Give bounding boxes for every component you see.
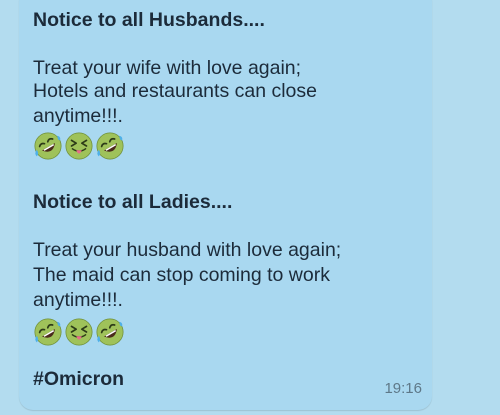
rolling-on-floor-laughing-icon [34, 318, 62, 346]
notice-ladies-title: Notice to all Ladies.... [33, 191, 233, 213]
rolling-on-floor-laughing-icon [96, 318, 124, 346]
chat-screen: Notice to all Husbands.... Treat your wi… [0, 0, 500, 415]
notice-ladies-line-2: The maid can stop coming to work [33, 264, 330, 286]
message-timestamp: 19:16 [384, 380, 422, 397]
emoji-row-1 [33, 131, 125, 165]
notice-husbands-line-2: Hotels and restaurants can close [33, 80, 317, 102]
notice-husbands-line-1: Treat your wife with love again; [33, 57, 302, 79]
hashtag-link[interactable]: #Omicron [33, 367, 124, 391]
emoji-row-2 [33, 317, 125, 351]
notice-ladies-line-1: Treat your husband with love again; [33, 239, 342, 261]
notice-ladies-line-3: anytime!!!. [33, 289, 123, 311]
notice-husbands-line-3: anytime!!!. [33, 105, 123, 127]
squinting-face-with-tongue-icon [65, 132, 93, 160]
rolling-on-floor-laughing-icon [34, 132, 62, 160]
rolling-on-floor-laughing-icon [96, 132, 124, 160]
squinting-face-with-tongue-icon [65, 318, 93, 346]
notice-husbands-title: Notice to all Husbands.... [33, 9, 265, 31]
message-bubble[interactable]: Notice to all Husbands.... Treat your wi… [19, 0, 432, 410]
